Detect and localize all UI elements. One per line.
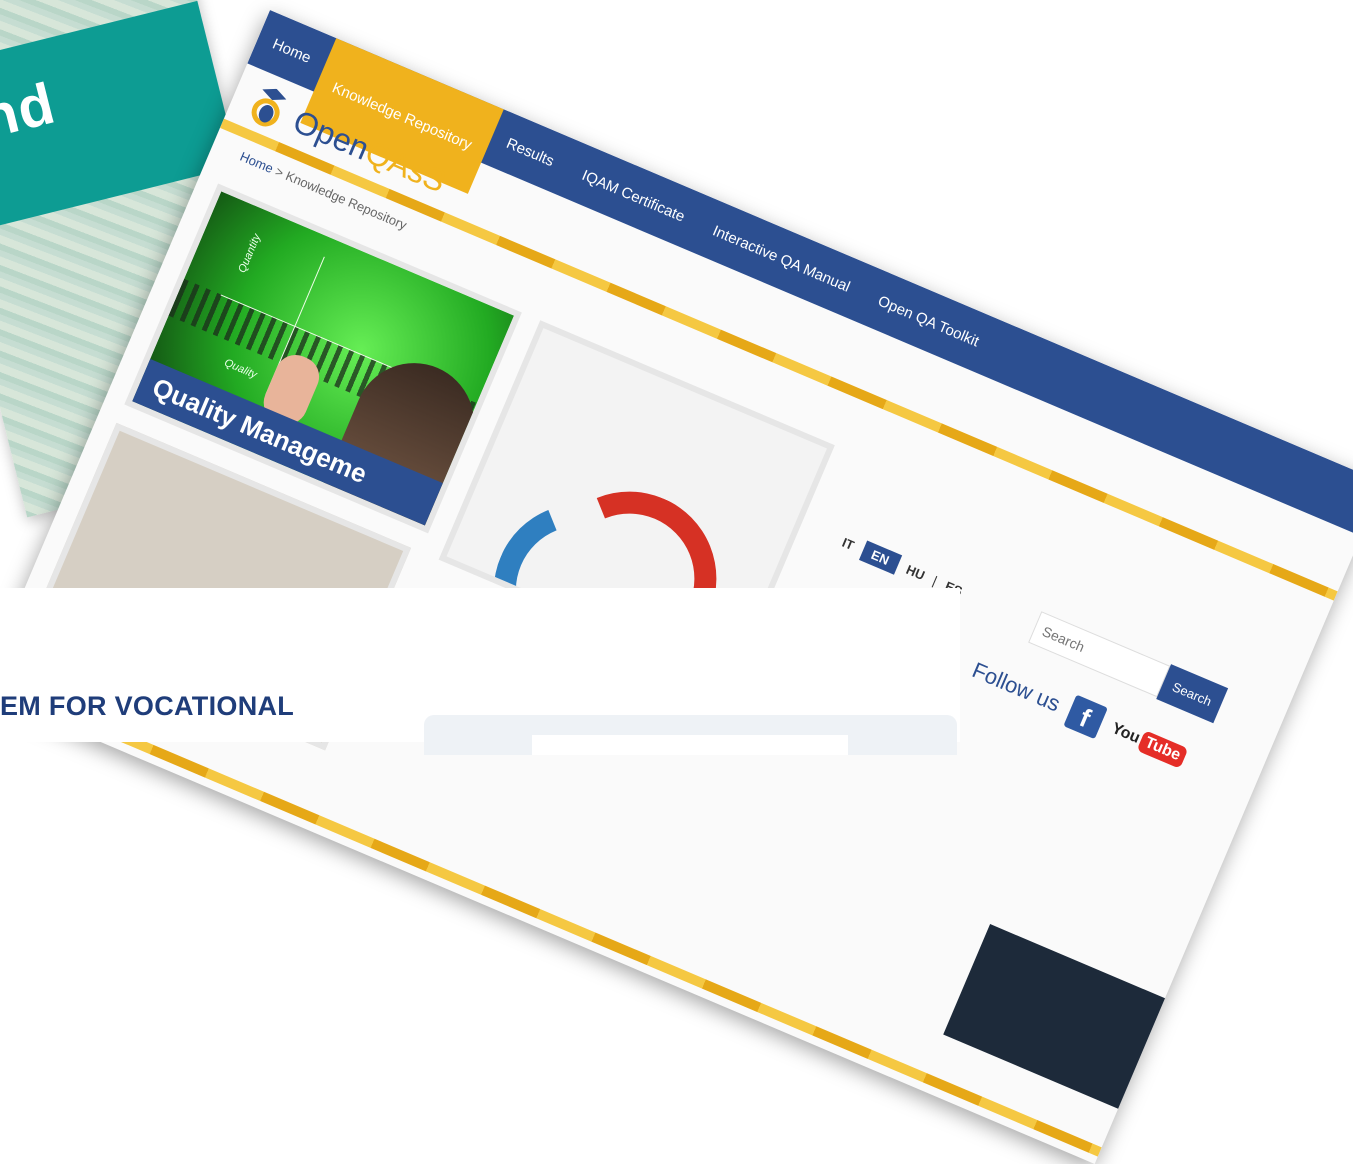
axis-label-quantity: Quantity <box>236 232 264 275</box>
panel-heading: EM FOR VOCATIONAL <box>0 691 295 721</box>
graduation-cap-icon <box>243 81 294 135</box>
nav-interactive-qa-manual[interactable]: Interactive QA Manual <box>687 197 875 321</box>
lang-divider: | <box>930 573 940 589</box>
foreground-panel: EM FOR VOCATIONAL <box>0 588 960 755</box>
lang-en[interactable]: EN <box>858 540 902 575</box>
youtube-you: You <box>1109 719 1143 747</box>
lang-hu[interactable]: HU <box>904 562 927 583</box>
nav-open-qa-toolkit[interactable]: Open QA Toolkit <box>853 267 1005 375</box>
lang-it[interactable]: IT <box>840 535 857 553</box>
axis-label-quality: Quality <box>222 356 259 382</box>
panel-box <box>424 715 957 755</box>
panel-box-inner <box>532 735 848 755</box>
nav-iqam-certificate[interactable]: IQAM Certificate <box>557 141 710 250</box>
youtube-tube: Tube <box>1136 730 1189 769</box>
youtube-icon[interactable]: You Tube <box>1108 718 1189 769</box>
website-card: Home Knowledge Repository Results IQAM C… <box>0 10 1353 1164</box>
breadcrumb-home[interactable]: Home <box>238 149 276 176</box>
follow-us-label: Follow us <box>968 657 1064 717</box>
search-button[interactable]: Search <box>1156 664 1229 724</box>
facebook-icon[interactable]: f <box>1063 694 1108 740</box>
